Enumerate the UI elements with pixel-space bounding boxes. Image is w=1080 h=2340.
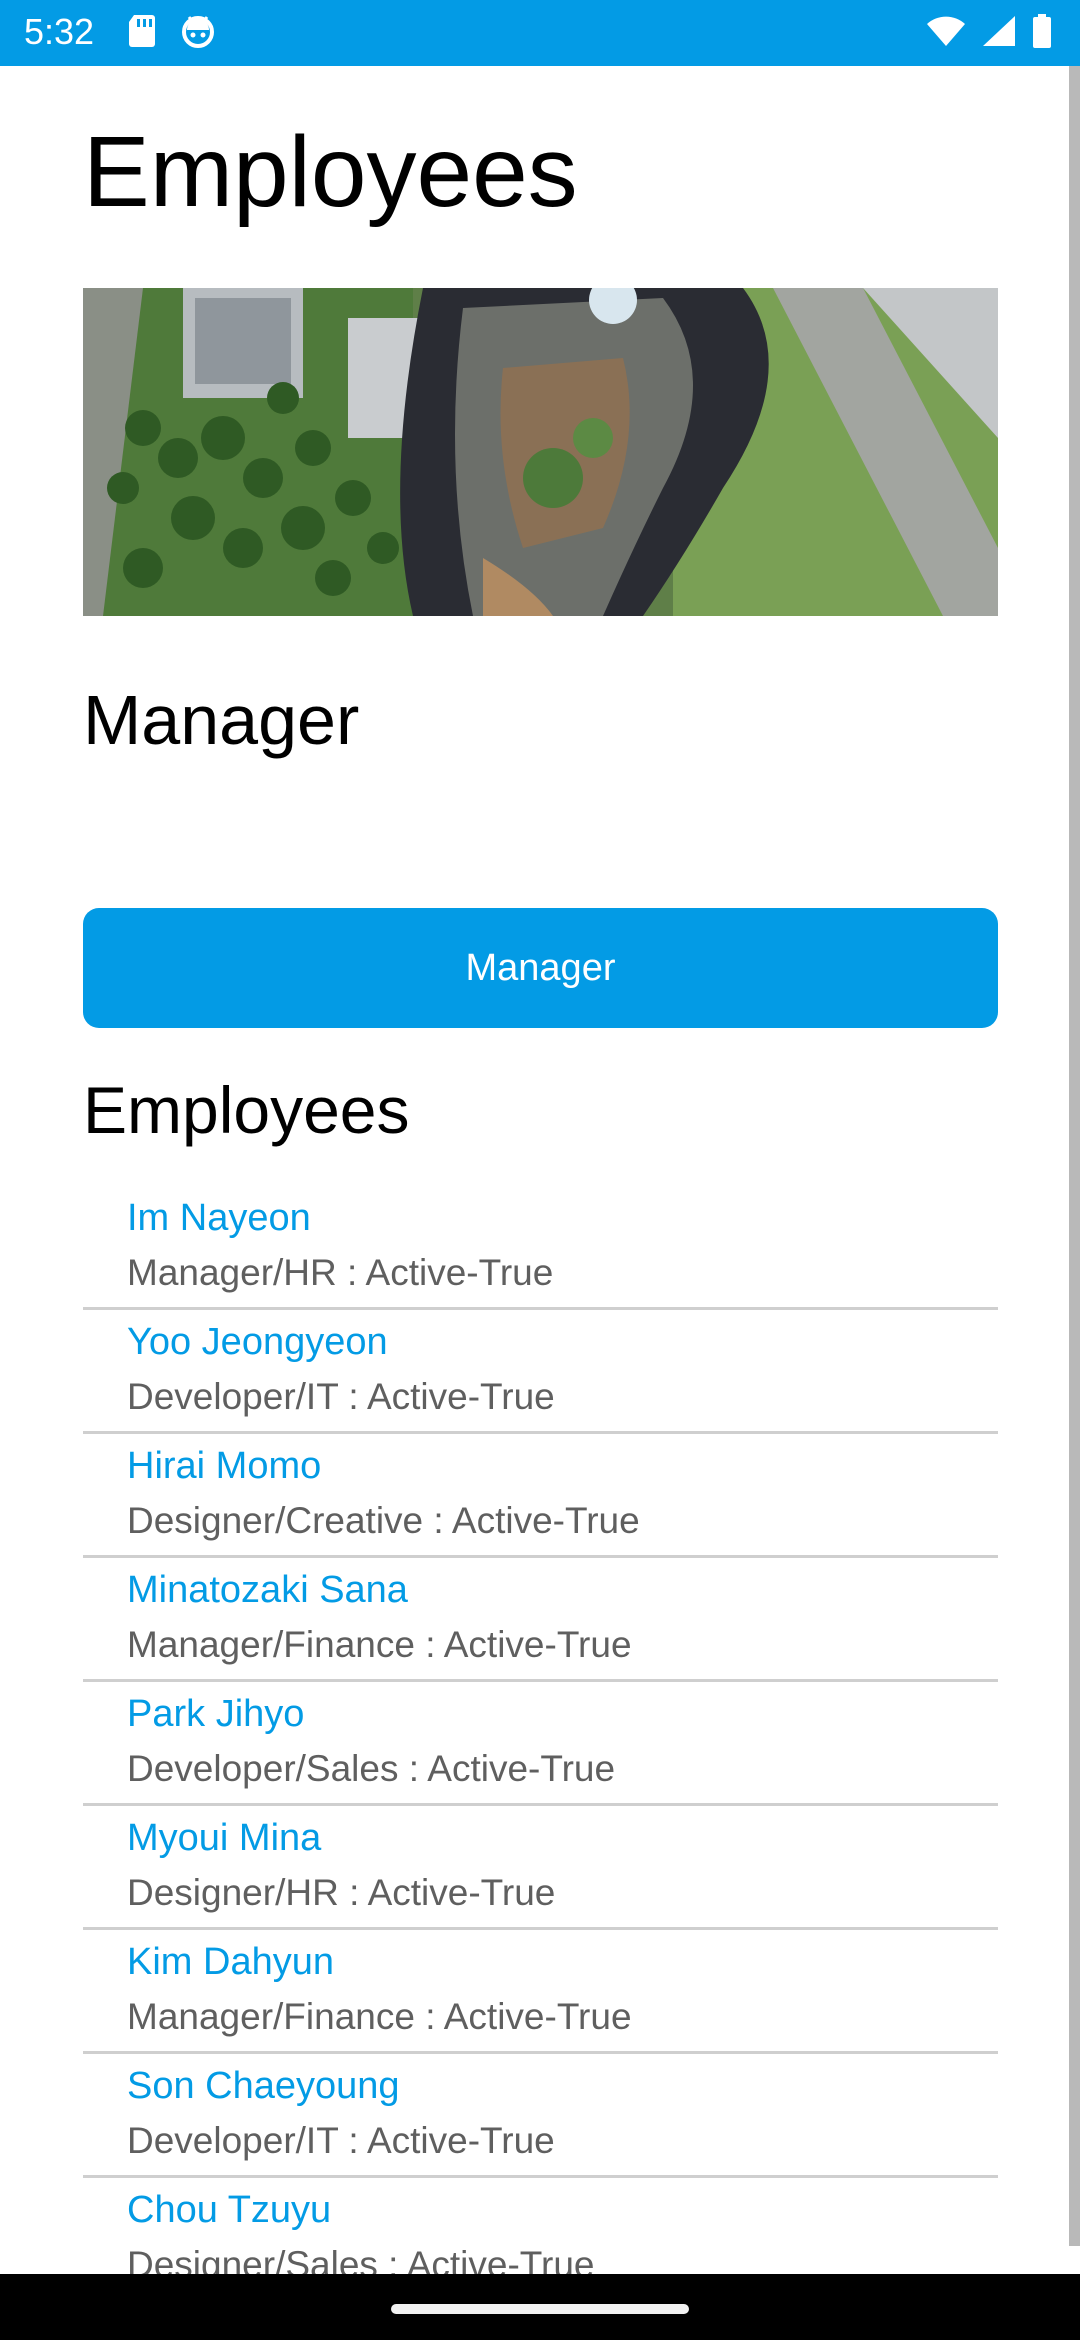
hero-image <box>83 288 998 616</box>
employee-row[interactable]: Im Nayeon Manager/HR : Active-True <box>83 1186 998 1310</box>
employee-name: Yoo Jeongyeon <box>127 1321 388 1363</box>
employee-row[interactable]: Hirai Momo Designer/Creative : Active-Tr… <box>83 1434 998 1558</box>
manager-heading: Manager <box>83 681 360 759</box>
employee-row[interactable]: Yoo Jeongyeon Developer/IT : Active-True <box>83 1310 998 1434</box>
employee-row[interactable]: Park Jihyo Developer/Sales : Active-True <box>83 1682 998 1806</box>
status-left-icons <box>128 14 216 52</box>
employee-row[interactable]: Myoui Mina Designer/HR : Active-True <box>83 1806 998 1930</box>
employees-heading: Employees <box>83 1073 410 1147</box>
employee-name: Minatozaki Sana <box>127 1569 408 1611</box>
home-gesture-handle[interactable] <box>391 2304 689 2314</box>
status-right-icons <box>926 13 1052 53</box>
battery-icon <box>1032 13 1052 53</box>
scroll-area[interactable]: Employees Manager Manager Employees Im N… <box>0 66 1080 2274</box>
employee-name: Hirai Momo <box>127 1445 322 1487</box>
employee-name: Park Jihyo <box>127 1693 305 1735</box>
employee-detail: Designer/Creative : Active-True <box>127 1500 640 1541</box>
employee-detail: Manager/Finance : Active-True <box>127 1624 632 1665</box>
scrollbar[interactable] <box>1069 66 1080 2246</box>
page-title: Employees <box>83 116 578 228</box>
status-time: 5:32 <box>24 11 95 52</box>
navigation-bar <box>0 2274 1080 2340</box>
employee-name: Son Chaeyoung <box>127 2065 400 2107</box>
manager-button[interactable]: Manager <box>83 908 998 1028</box>
employee-name: Chou Tzuyu <box>127 2189 332 2231</box>
employee-detail: Developer/Sales : Active-True <box>127 1748 616 1789</box>
wifi-icon <box>926 15 966 52</box>
sd-card-icon <box>128 14 156 53</box>
employee-row[interactable]: Kim Dahyun Manager/Finance : Active-True <box>83 1930 998 2054</box>
employee-row[interactable]: Chou Tzuyu Designer/Sales : Active-True <box>83 2178 998 2274</box>
employee-name: Myoui Mina <box>127 1817 322 1859</box>
employee-detail: Developer/IT : Active-True <box>127 2120 555 2161</box>
android-debug-icon <box>180 14 216 53</box>
employee-detail: Manager/HR : Active-True <box>127 1252 554 1293</box>
cellular-signal-icon <box>982 15 1016 52</box>
employee-list: Im Nayeon Manager/HR : Active-True Yoo J… <box>83 1186 998 2274</box>
employee-detail: Designer/HR : Active-True <box>127 1872 556 1913</box>
employee-row[interactable]: Son Chaeyoung Developer/IT : Active-True <box>83 2054 998 2178</box>
employee-detail: Designer/Sales : Active-True <box>127 2244 595 2274</box>
employee-detail: Developer/IT : Active-True <box>127 1376 555 1417</box>
employee-row[interactable]: Minatozaki Sana Manager/Finance : Active… <box>83 1558 998 1682</box>
employee-name: Im Nayeon <box>127 1197 311 1239</box>
status-bar: 5:32 <box>0 0 1080 66</box>
aerial-building-illustration <box>83 288 998 616</box>
employee-detail: Manager/Finance : Active-True <box>127 1996 632 2037</box>
employee-name: Kim Dahyun <box>127 1941 334 1983</box>
